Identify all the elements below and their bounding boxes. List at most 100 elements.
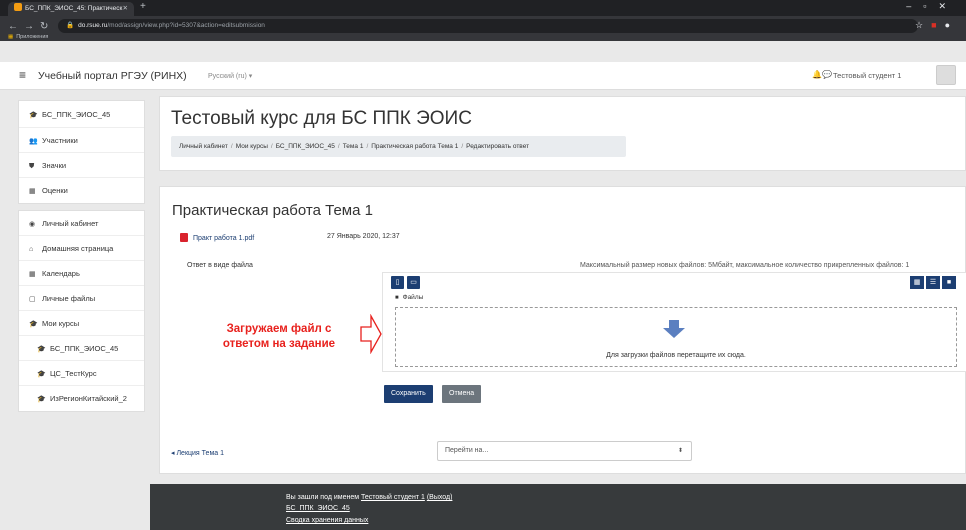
annotation-line-1: Загружаем файл с bbox=[226, 323, 332, 335]
drawer-item-label: Личные файлы bbox=[42, 294, 96, 303]
download-arrow-icon bbox=[663, 320, 685, 338]
bookmarks-bar: ▦ Приложения bbox=[0, 33, 966, 41]
breadcrumb-item[interactable]: Практическая работа Тема 1 bbox=[371, 143, 458, 150]
users-icon: 👥 bbox=[29, 138, 38, 145]
breadcrumb-item[interactable]: Личный кабинет bbox=[179, 143, 228, 150]
drawer-item[interactable]: ◉ Личный кабинет bbox=[19, 211, 144, 236]
file-manager-toolbar: ▯ ▭ ▦ ☰ ■ bbox=[383, 273, 966, 293]
site-favicon-icon bbox=[14, 3, 22, 11]
drawer-item-label: БС_ППК_ЭИОС_45 bbox=[42, 110, 111, 119]
drawer-item[interactable]: ▢ Личные файлы bbox=[19, 286, 144, 311]
breadcrumb-item[interactable]: Редактировать ответ bbox=[466, 143, 529, 150]
close-tab-icon[interactable]: ✕ bbox=[123, 2, 128, 16]
annotation-arrow-icon bbox=[360, 314, 382, 354]
user-menu-name[interactable]: Тестовый студент 1 bbox=[833, 71, 901, 80]
drawer-toggle-icon[interactable]: ≡ bbox=[19, 68, 26, 82]
page-footer: Вы зашли под именем Тестовый студент 1 (… bbox=[150, 484, 966, 530]
logged-in-info: Вы зашли под именем Тестовый студент 1 (… bbox=[286, 494, 452, 501]
grades-icon: ▦ bbox=[29, 188, 36, 195]
select-arrows-icon: ⬍ bbox=[677, 448, 683, 454]
jump-to-select[interactable]: Перейти на... ⬍ bbox=[437, 441, 692, 461]
drawer-item-label: Мои курсы bbox=[42, 319, 80, 328]
create-folder-icon[interactable]: ▭ bbox=[407, 276, 420, 289]
apps-grid-icon[interactable]: ▦ bbox=[8, 34, 13, 40]
drawer-item-label: ЦС_ТестКурс bbox=[50, 369, 97, 378]
address-bar[interactable]: 🔒 do.rsue.ru/mod/assign/view.php?id=5307&… bbox=[58, 19, 918, 33]
view-icons-icon[interactable]: ▦ bbox=[910, 276, 924, 289]
drawer-item[interactable]: 🎓 Мои курсы bbox=[19, 311, 144, 336]
pdf-icon bbox=[180, 233, 188, 242]
portal-title[interactable]: Учебный портал РГЭУ (РИНХ) bbox=[38, 70, 187, 82]
nav-drawer: 🎓 БС_ППК_ЭИОС_45 👥 Участники ⛊ Значки ▦ Оценки … bbox=[18, 100, 145, 418]
drawer-item-label: Календарь bbox=[42, 269, 80, 278]
previous-activity-link[interactable]: ◂ Лекция Тема 1 bbox=[171, 449, 224, 457]
max-file-info: Максимальный размер новых файлов: 5Мбайт… bbox=[580, 262, 910, 269]
breadcrumb-separator: / bbox=[230, 143, 233, 150]
breadcrumb: Личный кабинет / Мои курсы / БС_ППК_ЭИОС_45/… bbox=[171, 136, 626, 157]
drawer-item-label: БС_ППК_ЭИОС_45 bbox=[50, 344, 119, 353]
drawer-item[interactable]: ⌂ Домашняя страница bbox=[19, 236, 144, 261]
avatar[interactable] bbox=[936, 65, 956, 85]
logged-in-user-link[interactable]: Тестовый студент 1 bbox=[361, 494, 425, 501]
drawer-item[interactable]: ▦ Оценки bbox=[19, 178, 144, 203]
drawer-item[interactable]: 👥 Участники bbox=[19, 128, 144, 153]
save-button[interactable]: Сохранить bbox=[384, 385, 433, 403]
dropzone-text: Для загрузки файлов перетащите их сюда. bbox=[606, 352, 746, 359]
drawer-group-site: ◉ Личный кабинет ⌂ Домашняя страница ▦ Календ… bbox=[18, 210, 145, 412]
drawer-item[interactable]: 🎓 БС_ППК_ЭИОС_45 bbox=[19, 101, 144, 128]
messages-icon[interactable]: 💬 bbox=[822, 70, 832, 79]
file-icon: ▢ bbox=[29, 296, 36, 303]
breadcrumb-separator: / bbox=[366, 143, 369, 150]
drawer-item[interactable]: ⛊ Значки bbox=[19, 153, 144, 178]
breadcrumb-separator: / bbox=[270, 143, 273, 150]
attached-file[interactable]: Практ работа 1.pdf bbox=[180, 233, 254, 242]
assignment-title: Практическая работа Тема 1 bbox=[172, 202, 373, 219]
browser-action-icons[interactable]: ☆■● bbox=[915, 20, 958, 31]
attached-file-name[interactable]: Практ работа 1.pdf bbox=[193, 235, 254, 242]
view-tree-icon[interactable]: ■ bbox=[942, 276, 956, 289]
drawer-item-label: Участники bbox=[42, 136, 78, 145]
logged-in-prefix: Вы зашли под именем bbox=[286, 494, 360, 501]
file-dropzone[interactable]: Для загрузки файлов перетащите их сюда. bbox=[395, 307, 957, 367]
folder-label: Файлы bbox=[402, 294, 424, 301]
window-controls[interactable]: –▫✕ bbox=[906, 1, 958, 12]
drawer-item[interactable]: 🎓 ИзРегионКитайский_2 bbox=[19, 386, 144, 411]
footer-course-link[interactable]: БС_ППК_ЭИОС_45 bbox=[286, 505, 350, 512]
graduation-cap-icon: 🎓 bbox=[29, 112, 38, 119]
tab-title: БС_ППК_ЭИОС_45: Практическ bbox=[25, 5, 123, 12]
file-manager: ▯ ▭ ▦ ☰ ■ ■ Файлы Для загрузки файлов пер… bbox=[382, 272, 966, 372]
cancel-button[interactable]: Отмена bbox=[442, 385, 482, 403]
breadcrumb-item[interactable]: БС_ППК_ЭИОС_45 bbox=[276, 143, 335, 150]
drawer-item-label: ИзРегионКитайский_2 bbox=[50, 394, 127, 403]
drawer-item[interactable]: ▦ Календарь bbox=[19, 261, 144, 286]
drawer-item-label: Значки bbox=[42, 161, 67, 170]
logout-link[interactable]: (Выход) bbox=[427, 494, 453, 501]
course-header: Тестовый курс для БС ППК ЭОИС Личный каб… bbox=[159, 96, 966, 171]
badge-icon: ⛊ bbox=[29, 163, 35, 170]
file-manager-path[interactable]: ■ Файлы bbox=[395, 294, 423, 301]
drawer-item-label: Личный кабинет bbox=[42, 219, 99, 228]
breadcrumb-item[interactable]: Мои курсы bbox=[236, 143, 268, 150]
dashboard-icon: ◉ bbox=[29, 221, 36, 228]
annotation-text: Загружаем файл с ответом на задание bbox=[204, 322, 354, 352]
breadcrumb-item[interactable]: Тема 1 bbox=[343, 143, 364, 150]
file-submission-label: Ответ в виде файла bbox=[187, 262, 253, 269]
nav-buttons[interactable]: ←→↻ bbox=[8, 21, 54, 32]
notifications-bell-icon[interactable]: 🔔 bbox=[812, 70, 822, 79]
drawer-item-label: Оценки bbox=[42, 186, 68, 195]
drawer-item[interactable]: 🎓 БС_ППК_ЭИОС_45 bbox=[19, 336, 144, 361]
language-menu[interactable]: Русский (ru) ▾ bbox=[208, 72, 252, 80]
data-retention-link[interactable]: Сводка хранения данных bbox=[286, 517, 368, 524]
graduation-cap-icon: 🎓 bbox=[29, 321, 38, 328]
breadcrumb-separator: / bbox=[337, 143, 340, 150]
main-region: Практическая работа Тема 1 Практ работа … bbox=[159, 186, 966, 474]
view-list-icon[interactable]: ☰ bbox=[926, 276, 940, 289]
graduation-cap-icon: 🎓 bbox=[37, 371, 46, 378]
browser-tab[interactable]: БС_ППК_ЭИОС_45: Практическ ✕ bbox=[8, 2, 134, 16]
drawer-item[interactable]: 🎓 ЦС_ТестКурс bbox=[19, 361, 144, 386]
new-tab-icon[interactable]: + bbox=[140, 1, 146, 12]
add-file-icon[interactable]: ▯ bbox=[391, 276, 404, 289]
home-icon: ⌂ bbox=[29, 246, 34, 253]
browser-tabbar: БС_ППК_ЭИОС_45: Практическ ✕ + –▫✕ bbox=[0, 0, 966, 16]
bookmarks-apps-label[interactable]: Приложения bbox=[16, 34, 48, 40]
